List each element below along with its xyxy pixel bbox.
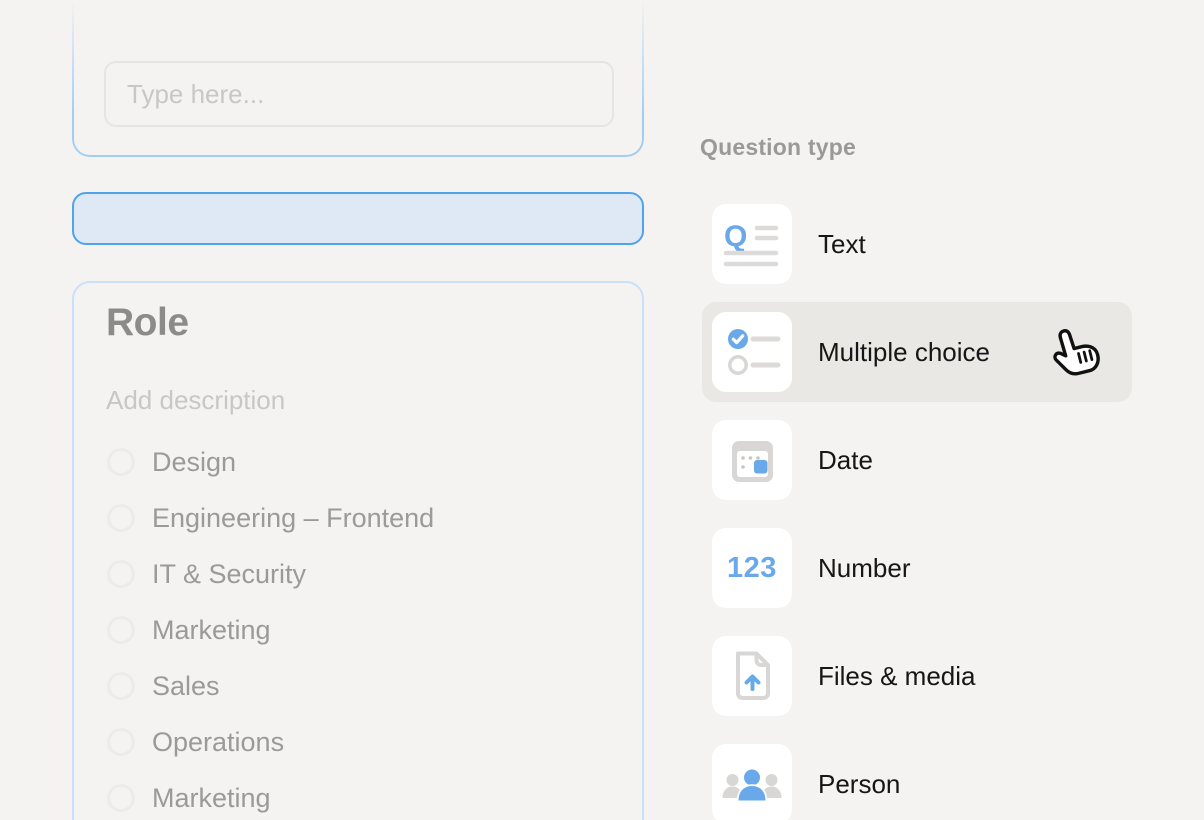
new-question-placeholder[interactable] [72, 192, 644, 245]
menu-item-date[interactable]: Date [702, 410, 1132, 510]
option-label: Design [152, 447, 236, 478]
options-list: Design Engineering – Frontend IT & Secur… [107, 434, 622, 820]
option-row[interactable]: Marketing [107, 602, 622, 658]
question-title[interactable]: Role [106, 301, 189, 345]
menu-item-label: Files & media [818, 661, 976, 692]
radio-icon[interactable] [107, 448, 135, 476]
radio-icon[interactable] [107, 616, 135, 644]
option-row[interactable]: Sales [107, 658, 622, 714]
question-card-role[interactable]: Role Add description Design Engineering … [72, 281, 644, 820]
menu-item-label: Multiple choice [818, 337, 990, 368]
option-label: Sales [152, 671, 220, 702]
number-123-icon: 123 [712, 528, 792, 608]
option-label: IT & Security [152, 559, 306, 590]
option-row[interactable]: Design [107, 434, 622, 490]
menu-item-text[interactable]: Q Text [702, 194, 1132, 294]
text-answer-input[interactable] [104, 61, 614, 127]
radio-icon[interactable] [107, 672, 135, 700]
radio-icon[interactable] [107, 560, 135, 588]
q-glyph: Q [724, 220, 747, 253]
radio-icon[interactable] [107, 504, 135, 532]
menu-item-multiple-choice[interactable]: Multiple choice [702, 302, 1132, 402]
menu-title: Question type [700, 134, 856, 161]
menu-item-label: Number [818, 553, 910, 584]
calendar-icon [712, 420, 792, 500]
menu-item-number[interactable]: 123 Number [702, 518, 1132, 618]
multiple-choice-icon [712, 312, 792, 392]
option-label: Engineering – Frontend [152, 503, 434, 534]
option-row[interactable]: Operations [107, 714, 622, 770]
question-description-placeholder[interactable]: Add description [106, 385, 285, 416]
text-question-card[interactable] [72, 0, 644, 157]
menu-item-label: Text [818, 229, 866, 260]
option-row[interactable]: IT & Security [107, 546, 622, 602]
option-label: Operations [152, 727, 284, 758]
menu-item-label: Person [818, 769, 900, 800]
radio-icon[interactable] [107, 784, 135, 812]
radio-icon[interactable] [107, 728, 135, 756]
people-icon [712, 744, 792, 820]
123-glyph: 123 [727, 552, 777, 584]
menu-item-label: Date [818, 445, 873, 476]
text-type-icon: Q [712, 204, 792, 284]
menu-item-person[interactable]: Person [702, 734, 1132, 820]
option-label: Marketing [152, 783, 271, 814]
option-row[interactable]: Marketing [107, 770, 622, 820]
menu-item-files-media[interactable]: Files & media [702, 626, 1132, 726]
file-upload-icon [712, 636, 792, 716]
option-label: Marketing [152, 615, 271, 646]
option-row[interactable]: Engineering – Frontend [107, 490, 622, 546]
